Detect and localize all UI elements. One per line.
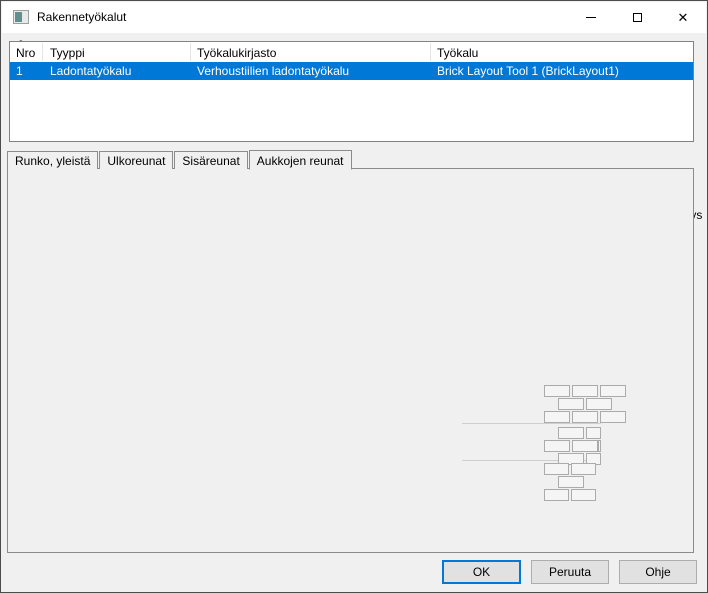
brick: [598, 440, 601, 452]
minimize-icon: [586, 17, 596, 18]
maximize-icon: [633, 13, 642, 22]
brick: [558, 427, 584, 439]
tool-list-header: ˆ Nro Tyyppi Työkalukirjasto Työkalu: [10, 42, 693, 62]
brick: [544, 411, 570, 423]
brick: [586, 398, 612, 410]
brick: [544, 463, 569, 475]
tab-sisareunat[interactable]: Sisäreunat: [174, 151, 247, 169]
cancel-button[interactable]: Peruuta: [531, 560, 609, 584]
help-button[interactable]: Ohje: [619, 560, 697, 584]
close-button[interactable]: ✕: [660, 2, 706, 32]
brick: [544, 440, 570, 452]
cell-tyokalu: Brick Layout Tool 1 (BrickLayout1): [437, 64, 619, 78]
column-divider[interactable]: [430, 43, 431, 61]
brick: [600, 411, 626, 423]
tab-runko-yleista[interactable]: Runko, yleistä: [7, 151, 98, 169]
section-divider: [462, 423, 601, 424]
ok-button[interactable]: OK: [442, 560, 521, 584]
table-row[interactable]: 1 Ladontatyökalu Verhoustiilien ladontat…: [10, 62, 693, 80]
maximize-button[interactable]: [614, 2, 660, 32]
column-header-tyokalu[interactable]: Työkalu: [437, 46, 478, 60]
brick: [600, 385, 626, 397]
brick: [558, 398, 584, 410]
brick: [572, 411, 598, 423]
brick: [571, 489, 596, 501]
dialog-window: Rakennetyökalut ✕ ˆ Nro Tyyppi Työkaluki…: [0, 0, 708, 593]
tab-ulkoreunat[interactable]: Ulkoreunat: [99, 151, 173, 169]
brick: [544, 385, 570, 397]
column-header-nro[interactable]: Nro: [16, 46, 35, 60]
brick: [571, 463, 596, 475]
column-header-tyyppi[interactable]: Tyyppi: [50, 46, 85, 60]
brick: [544, 489, 569, 501]
titlebar[interactable]: Rakennetyökalut ✕: [2, 2, 706, 33]
cell-tyyppi: Ladontatyökalu: [50, 64, 131, 78]
minimize-button[interactable]: [568, 2, 614, 32]
cell-kirjasto: Verhoustiilien ladontatyökalu: [197, 64, 349, 78]
cell-nro: 1: [16, 64, 23, 78]
brick: [558, 476, 584, 488]
brick: [572, 385, 598, 397]
close-icon: ✕: [678, 11, 689, 24]
tool-list[interactable]: ˆ Nro Tyyppi Työkalukirjasto Työkalu 1 L…: [9, 41, 694, 142]
tab-aukkojen-reunat[interactable]: Aukkojen reunat: [249, 150, 352, 170]
window-title: Rakennetyökalut: [37, 10, 126, 24]
column-header-kirjasto[interactable]: Työkalukirjasto: [197, 46, 276, 60]
brick: [586, 427, 601, 439]
brick: [572, 440, 598, 452]
app-icon: [13, 10, 29, 24]
tab-strip: Runko, yleistä Ulkoreunat Sisäreunat Auk…: [7, 149, 353, 169]
column-divider[interactable]: [190, 43, 191, 61]
column-divider[interactable]: [42, 43, 43, 61]
